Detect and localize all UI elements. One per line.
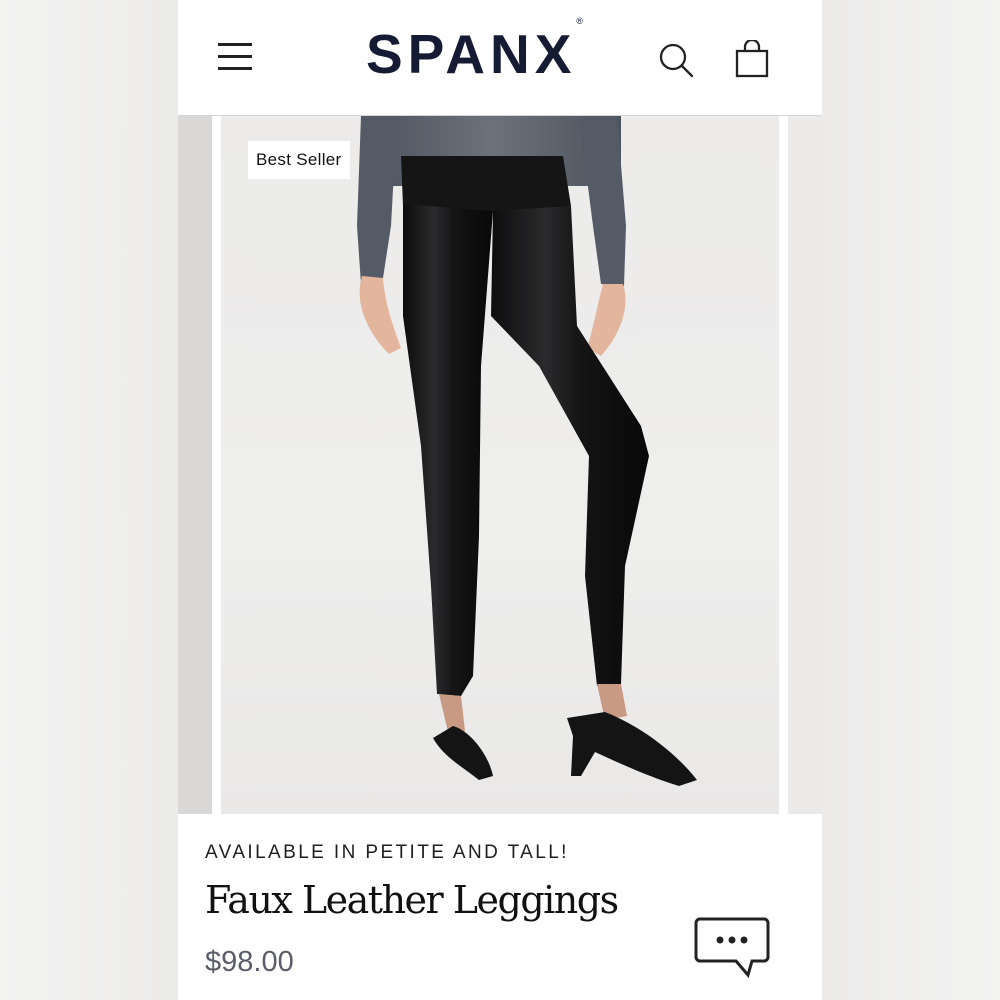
mobile-page: SPANX® Best Seller AVAILABLE IN PETITE A… [178,0,822,1000]
availability-note: AVAILABLE IN PETITE AND TALL! [205,842,569,863]
product-price: $98.00 [205,946,294,978]
next-slide-peek[interactable] [788,116,822,814]
leggings-photo [357,116,697,786]
product-image[interactable]: Best Seller [221,116,779,814]
background-left [0,0,178,1000]
shopping-bag-icon[interactable] [735,40,769,78]
hamburger-menu-icon[interactable] [218,41,252,71]
previous-slide-peek[interactable] [178,116,212,814]
product-image-carousel[interactable]: Best Seller [178,116,822,814]
chat-bubble-icon[interactable] [692,915,772,983]
site-header: SPANX® [178,0,822,116]
product-title: Faux Leather Leggings [205,878,619,922]
brand-logo[interactable]: SPANX® [366,16,583,86]
search-icon[interactable] [658,42,694,78]
best-seller-badge: Best Seller [248,141,350,179]
background-right [822,0,1000,1000]
